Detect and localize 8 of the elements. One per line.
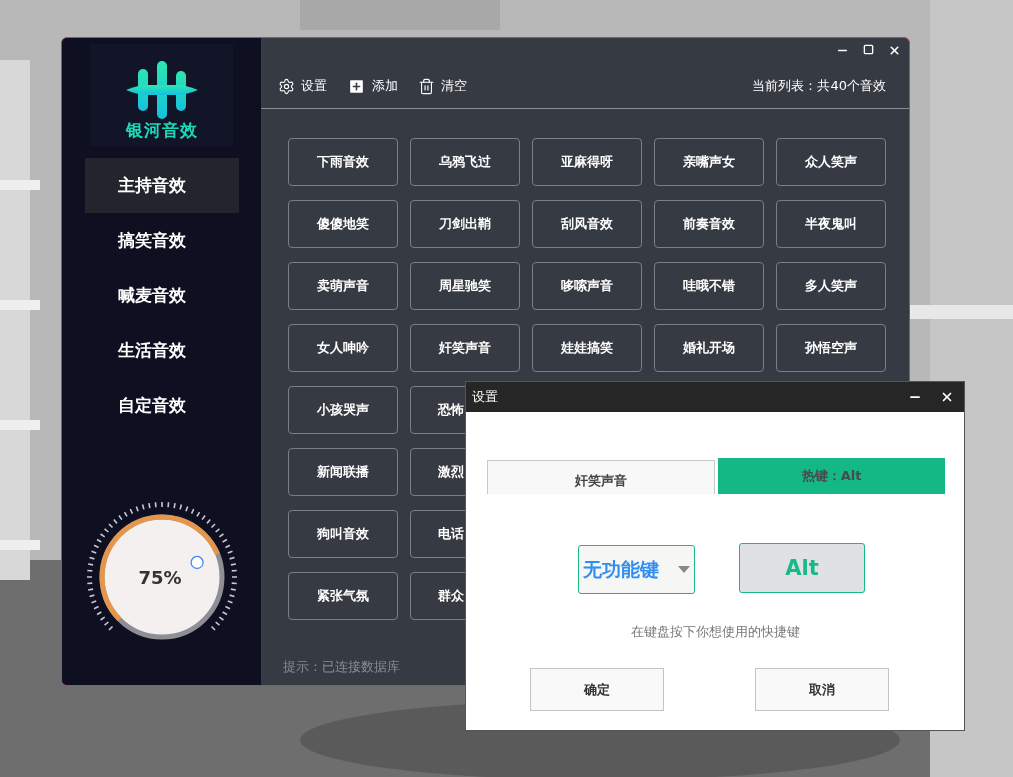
logo-text: 银河音效	[125, 119, 198, 142]
hotkey-hint: 在键盘按下你想使用的快捷键	[630, 623, 800, 641]
status-hint: 提示：已连接数据库	[283, 658, 401, 676]
dialog-title: 设置	[472, 388, 499, 406]
hotkey-label: 热键：Alt	[718, 458, 945, 494]
volume-reading: 75%	[137, 567, 182, 588]
list-summary: 当前列表：共40个音效	[752, 77, 886, 95]
sound-name-label: 奸笑声音	[487, 460, 715, 494]
